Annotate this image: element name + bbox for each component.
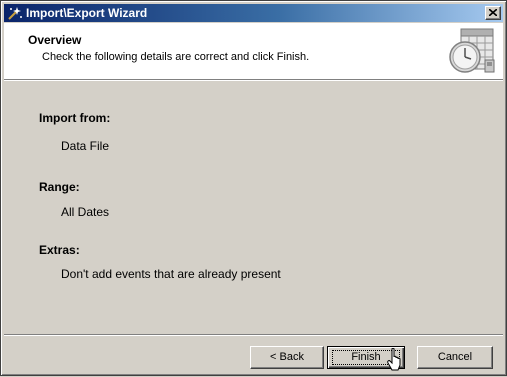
page-title: Overview <box>28 33 82 47</box>
page-subtitle: Check the following details are correct … <box>42 51 310 63</box>
range-label: Range: <box>39 180 80 194</box>
close-icon <box>489 9 497 16</box>
finish-button-label: Finish <box>351 351 381 363</box>
header-divider <box>4 79 503 81</box>
close-button[interactable] <box>485 6 501 20</box>
window-title: Import\Export Wizard <box>26 6 148 20</box>
import-from-label: Import from: <box>39 111 111 125</box>
wizard-app-icon <box>7 5 23 21</box>
mouse-cursor-icon <box>387 347 403 372</box>
footer-divider <box>4 334 503 336</box>
cancel-button[interactable]: Cancel <box>417 346 493 369</box>
wizard-header: Overview Check the following details are… <box>4 23 503 79</box>
title-bar[interactable]: Import\Export Wizard <box>4 4 503 22</box>
calendar-clock-icon <box>447 26 497 76</box>
wizard-window: Import\Export Wizard Overview Check the … <box>0 0 507 376</box>
range-value: All Dates <box>61 205 110 219</box>
extras-label: Extras: <box>39 243 80 257</box>
import-from-value: Data File <box>61 139 110 153</box>
back-button[interactable]: < Back <box>250 346 324 369</box>
extras-value: Don't add events that are already presen… <box>61 267 281 281</box>
